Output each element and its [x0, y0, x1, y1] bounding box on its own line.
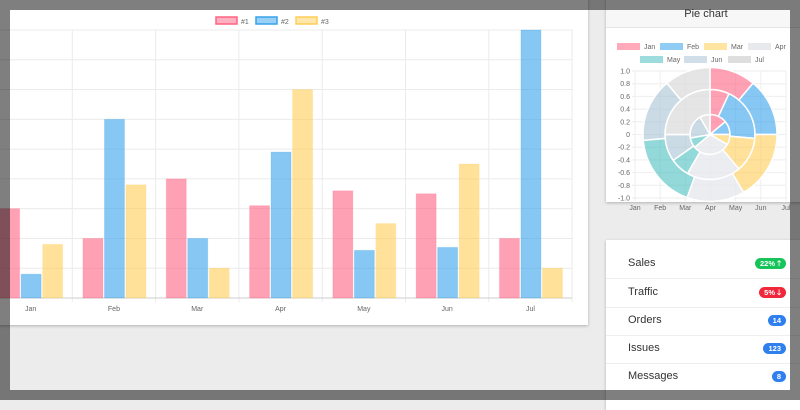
bar-series-2-may	[353, 249, 375, 299]
y-tick-label: 0.2	[620, 119, 630, 126]
legend-swatch	[728, 56, 751, 63]
y-tick-label: -0.4	[618, 157, 630, 164]
x-tick-label: May	[729, 205, 743, 212]
bar-series-2-jan	[20, 273, 42, 299]
legend-swatch	[617, 43, 640, 50]
bar-series-3-jun	[458, 163, 480, 299]
bar-series-3-apr	[292, 89, 314, 299]
bar-series-1-jun	[415, 193, 437, 299]
bar-series-3-mar	[208, 267, 230, 299]
x-tick-label: Jan	[25, 306, 36, 313]
bar-series-2-feb	[103, 118, 125, 299]
bar-series-3-may	[375, 223, 397, 299]
legend-swatch	[748, 43, 771, 50]
x-tick-label: Jul	[526, 306, 535, 313]
legend-label: Jun	[711, 57, 722, 64]
bar-series-1-jul	[498, 237, 520, 299]
bar-series-1-apr	[249, 205, 271, 299]
legend-label: #1	[241, 19, 249, 26]
x-tick-label: Jun	[442, 306, 453, 313]
y-tick-label: -0.8	[618, 183, 630, 190]
legend-swatch	[640, 56, 663, 63]
legend-label: #2	[281, 19, 289, 26]
y-tick-label: 1.0	[620, 69, 630, 76]
y-tick-label: -0.6	[618, 170, 630, 177]
x-tick-label: Feb	[108, 306, 120, 313]
bar-series-3-feb	[125, 184, 147, 299]
legend-swatch	[684, 56, 707, 63]
bar-series-2-jun	[437, 246, 459, 299]
x-tick-label: Jun	[755, 205, 766, 212]
bar-series-1-feb	[82, 237, 104, 299]
x-tick-label: Jan	[629, 205, 640, 212]
bar-series-3-jan	[42, 243, 64, 299]
y-tick-label: -0.2	[618, 145, 630, 152]
overlay-frame	[0, 390, 800, 400]
y-tick-label: 0	[626, 132, 630, 139]
legend-swatch	[295, 16, 318, 25]
y-tick-label: 0.6	[620, 94, 630, 101]
x-tick-label: Apr	[705, 205, 717, 212]
bar-series-2-mar	[187, 237, 209, 299]
bar-series-1-may	[332, 190, 354, 299]
legend-swatch	[704, 43, 727, 50]
x-tick-label: Mar	[191, 306, 204, 313]
legend-label: Jan	[644, 44, 655, 51]
x-tick-label: Mar	[679, 205, 692, 212]
bar-series-3-jul	[541, 267, 563, 299]
y-tick-label: 0.4	[620, 107, 630, 114]
x-tick-label: Apr	[275, 306, 287, 313]
legend-label: Feb	[687, 44, 699, 51]
y-tick-label: 0.8	[620, 81, 630, 88]
legend-label: May	[667, 57, 681, 64]
bar-series-2-apr	[270, 151, 292, 299]
bar-series-1-mar	[165, 178, 187, 299]
charts-layer: Jan Feb Mar Apr May Jun Jul #1 #2 #3 1.0 0.8 0.6 0.4 0…	[0, 16, 791, 313]
overlay-frame	[790, 10, 800, 390]
y-tick-label: -1.0	[618, 196, 630, 203]
legend-label: #3	[321, 19, 329, 26]
legend-label: Jul	[755, 57, 764, 64]
legend-swatch	[255, 16, 278, 25]
x-tick-label: Feb	[654, 205, 666, 212]
legend-swatch	[215, 16, 238, 25]
overlay-frame	[0, 0, 800, 10]
x-tick-label: May	[357, 306, 371, 313]
overlay-frame	[0, 10, 10, 390]
bar-series-2-jul	[520, 29, 542, 299]
legend-label: Mar	[731, 44, 744, 51]
legend-swatch	[660, 43, 683, 50]
legend-label: Apr	[775, 44, 787, 51]
